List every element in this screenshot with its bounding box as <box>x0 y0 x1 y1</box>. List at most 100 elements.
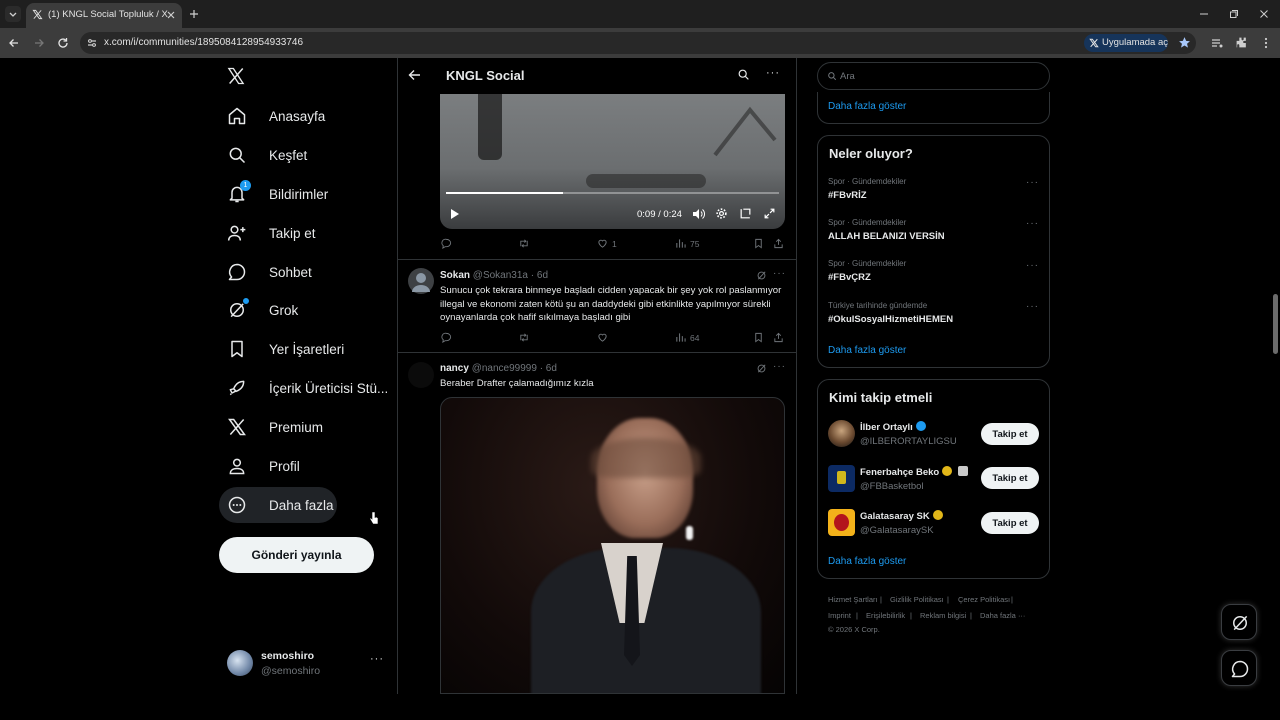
picture-in-picture-icon[interactable] <box>739 207 752 220</box>
who-to-follow-show-more-link[interactable]: Daha fazla göster <box>828 556 906 567</box>
back-arrow-icon[interactable] <box>408 69 421 81</box>
footer-link[interactable]: Hizmet Şartları <box>828 595 878 604</box>
search-input[interactable]: Ara <box>817 62 1050 90</box>
repost-button[interactable] <box>518 238 534 249</box>
nav-item-premium[interactable]: Premium <box>219 409 323 445</box>
trend-name[interactable]: #FBvÇRZ <box>828 272 871 283</box>
url-text[interactable]: x.com/i/communities/1895084128954933746 <box>104 37 303 48</box>
reply-button[interactable] <box>441 238 456 249</box>
footer-link[interactable]: Çerez Politikası <box>958 595 1010 604</box>
post-author[interactable]: nancy @nance99999 · 6d <box>440 363 557 374</box>
settings-gear-icon[interactable] <box>715 207 728 220</box>
follow-suggestion-name[interactable]: Galatasaray SK <box>860 510 943 522</box>
extensions-icon[interactable] <box>1235 36 1248 49</box>
minimize-icon[interactable] <box>1199 9 1209 19</box>
follow-suggestion-name[interactable]: Fenerbahçe Beko <box>860 466 968 478</box>
trend-more-icon[interactable]: ··· <box>1026 177 1039 188</box>
views-button[interactable]: 75 <box>675 238 699 249</box>
verified-badge-icon <box>932 510 943 520</box>
site-settings-icon[interactable] <box>86 37 98 49</box>
x-logo-icon[interactable] <box>227 67 245 85</box>
share-icon[interactable] <box>773 332 784 343</box>
bookmark-icon[interactable] <box>753 238 764 249</box>
avatar[interactable] <box>828 420 855 447</box>
trend-more-icon[interactable]: ··· <box>1026 218 1039 229</box>
fullscreen-icon[interactable] <box>763 207 776 220</box>
nav-item-more[interactable]: Daha fazla <box>219 487 337 523</box>
post-more-icon[interactable]: ··· <box>773 268 786 279</box>
footer-link[interactable]: Daha fazla ··· <box>980 611 1025 620</box>
forward-icon[interactable] <box>33 37 45 49</box>
nav-item-bookmarks[interactable]: Yer İşaretleri <box>219 331 344 367</box>
trend-name[interactable]: #FBvRİZ <box>828 190 867 201</box>
follow-suggestion-name[interactable]: İlber Ortaylı <box>860 421 926 433</box>
video-decoration <box>713 106 777 157</box>
avatar[interactable] <box>828 509 855 536</box>
volume-icon[interactable] <box>692 208 705 220</box>
close-icon[interactable] <box>166 10 176 20</box>
nav-item-creator-studio[interactable]: İçerik Üreticisi Stü... <box>219 370 388 406</box>
trend-name[interactable]: ALLAH BELANIZI VERSİN <box>828 231 945 242</box>
affiliate-badge-icon <box>958 466 968 476</box>
chat-floating-button[interactable] <box>1221 650 1257 686</box>
avatar[interactable] <box>408 362 434 388</box>
account-switcher[interactable]: semoshiro @semoshiro ··· <box>219 644 391 684</box>
nav-item-follow[interactable]: Takip et <box>219 215 316 251</box>
nav-item-grok[interactable]: Grok <box>219 292 298 328</box>
footer-separator: | <box>970 611 972 620</box>
browser-menu-icon[interactable] <box>1261 37 1271 49</box>
post-more-icon[interactable]: ··· <box>773 361 786 372</box>
window-close-icon[interactable] <box>1259 9 1269 19</box>
nav-item-explore[interactable]: Keşfet <box>219 137 307 173</box>
avatar[interactable] <box>828 465 855 492</box>
repost-button[interactable] <box>518 332 534 343</box>
reload-icon[interactable] <box>57 37 69 49</box>
avatar[interactable] <box>408 268 434 294</box>
grok-icon[interactable] <box>756 363 767 374</box>
video-progress-track[interactable] <box>446 192 779 194</box>
trend-more-icon[interactable]: ··· <box>1026 301 1039 312</box>
open-in-app-button[interactable]: Uygulamada aç <box>1084 34 1168 52</box>
follow-button[interactable]: Takip et <box>981 467 1039 489</box>
browser-tab[interactable]: (1) KNGL Social Topluluk / X <box>26 3 182 28</box>
footer-link[interactable]: Erişilebilirlik <box>866 611 905 620</box>
bookmark-icon[interactable] <box>753 332 764 343</box>
post-media-video[interactable] <box>440 397 785 694</box>
scrollbar-thumb[interactable] <box>1273 294 1278 354</box>
trend-name[interactable]: #OkulSosyalHizmetiHEMEN <box>828 314 953 325</box>
grok-icon[interactable] <box>756 270 767 281</box>
trend-more-icon[interactable]: ··· <box>1026 260 1039 271</box>
post-button[interactable]: Gönderi yayınla <box>219 537 374 573</box>
footer-link[interactable]: Gizlilik Politikası <box>890 595 944 604</box>
reply-button[interactable] <box>441 332 456 343</box>
nav-item-notifications[interactable]: 1 Bildirimler <box>219 176 328 212</box>
follow-button[interactable]: Takip et <box>981 423 1039 445</box>
post-author[interactable]: Sokan @Sokan31a · 6d <box>440 270 548 281</box>
like-button[interactable] <box>597 332 612 343</box>
views-button[interactable]: 64 <box>675 332 699 343</box>
new-tab-icon[interactable] <box>189 9 199 19</box>
video-player[interactable]: 0:09 / 0:24 <box>440 94 785 229</box>
nav-item-home[interactable]: Anasayfa <box>219 98 325 134</box>
nav-item-chat[interactable]: Sohbet <box>219 254 312 290</box>
follow-button[interactable]: Takip et <box>981 512 1039 534</box>
grok-floating-button[interactable] <box>1221 604 1257 640</box>
media-controls-icon[interactable] <box>1211 37 1223 49</box>
share-icon[interactable] <box>773 238 784 249</box>
footer-link[interactable]: Imprint <box>828 611 851 620</box>
reply-icon <box>441 238 452 249</box>
play-icon[interactable] <box>450 208 460 220</box>
search-icon[interactable] <box>737 68 750 81</box>
show-more-link[interactable]: Daha fazla göster <box>828 101 906 112</box>
page-scrollbar[interactable] <box>1271 58 1280 694</box>
tab-title: (1) KNGL Social Topluluk / X <box>48 9 168 20</box>
footer-link[interactable]: Reklam bilgisi <box>920 611 966 620</box>
tab-search-button[interactable] <box>5 6 21 22</box>
like-button[interactable]: 1 <box>597 238 617 249</box>
trends-show-more-link[interactable]: Daha fazla göster <box>828 345 906 356</box>
bookmark-star-icon[interactable] <box>1178 36 1191 49</box>
header-more-icon[interactable]: ··· <box>766 67 780 79</box>
back-icon[interactable] <box>8 37 20 49</box>
nav-item-profile[interactable]: Profil <box>219 448 300 484</box>
restore-icon[interactable] <box>1229 9 1239 19</box>
